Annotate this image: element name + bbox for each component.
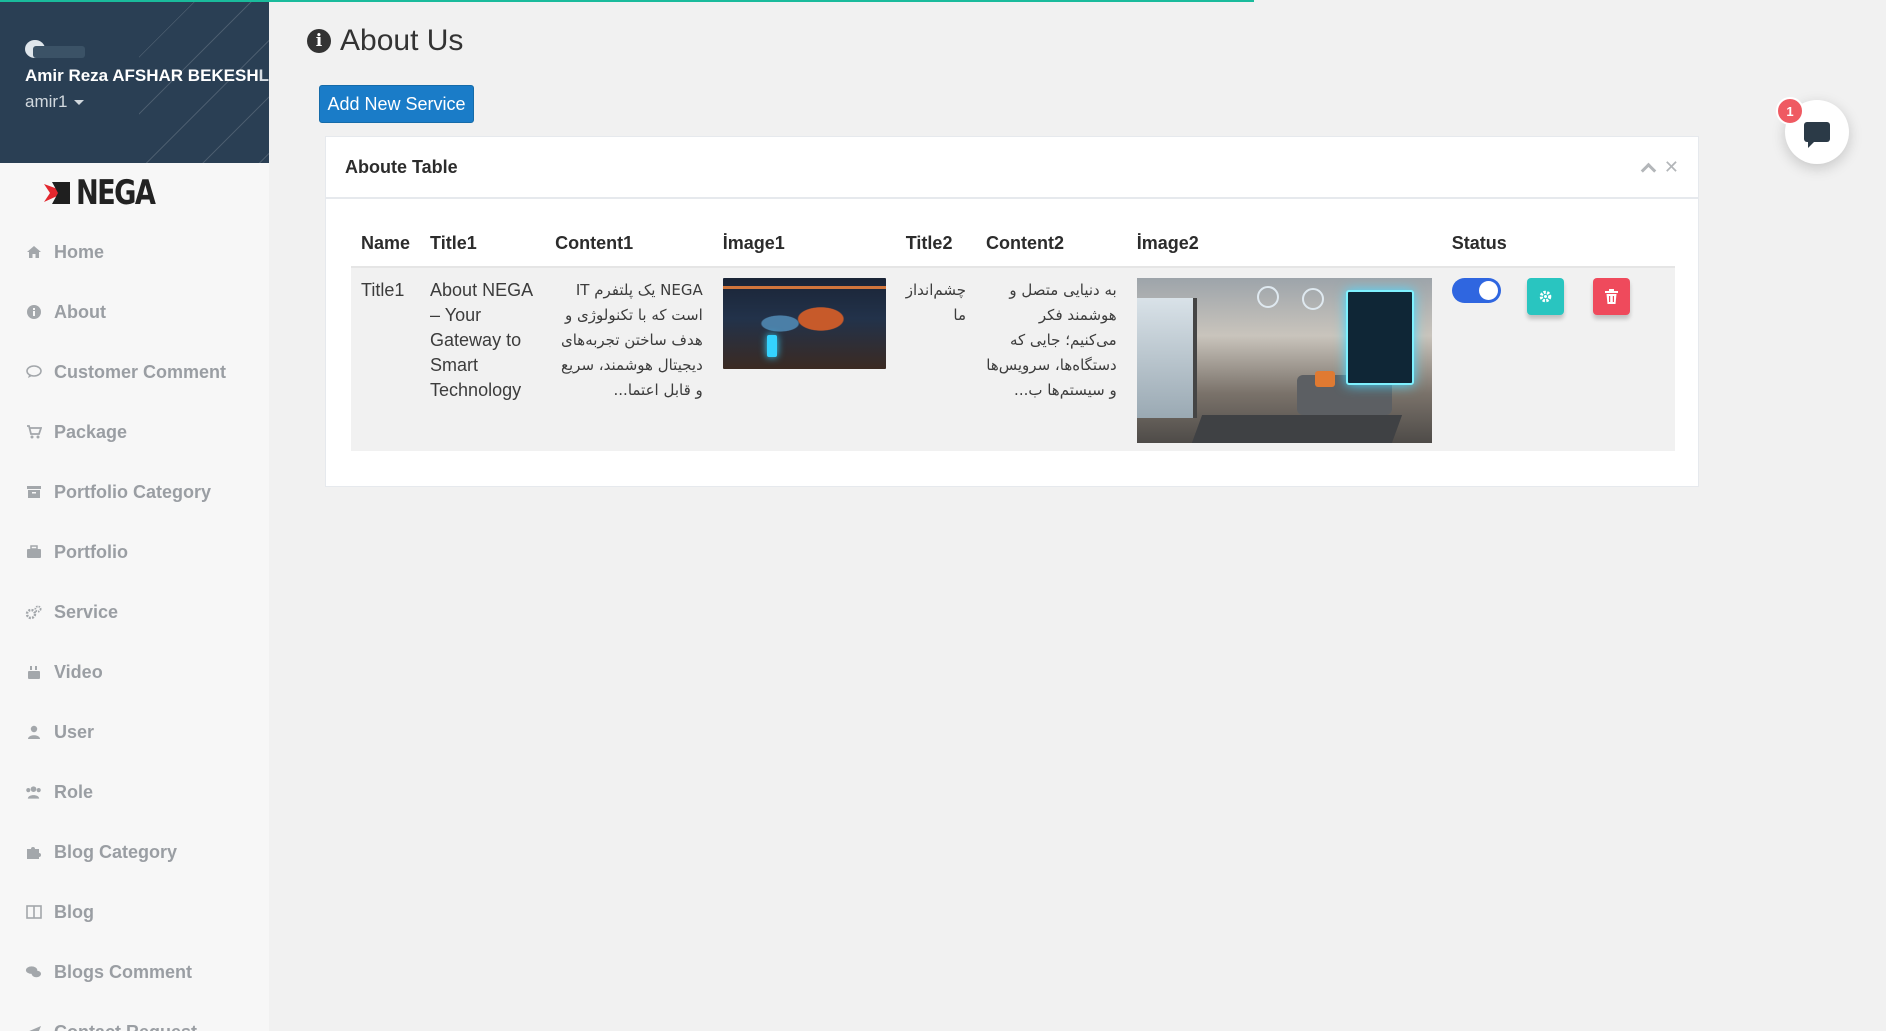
- sidebar-item-video[interactable]: Video: [0, 642, 269, 702]
- users-icon: [25, 785, 42, 799]
- sidebar-item-role[interactable]: Role: [0, 762, 269, 822]
- sidebar-item-label: Service: [54, 601, 119, 622]
- column-header-delete: [1583, 223, 1675, 268]
- trash-icon: [1605, 289, 1619, 304]
- column-header-title2: Title2: [895, 223, 977, 268]
- cell-status: [1441, 267, 1517, 451]
- cell-name: Title1: [351, 267, 421, 451]
- column-header-content1: Content1: [545, 223, 713, 268]
- puzzle-icon: [25, 845, 42, 860]
- panel-title: Aboute Table: [345, 156, 458, 177]
- main-content: i About Us Add New Service Aboute Table …: [269, 0, 1886, 1031]
- column-header-image1: İmage1: [712, 223, 896, 268]
- column-header-status: Status: [1441, 223, 1517, 268]
- cell-content2: به دنیایی متصل و هوشمند فکر می‌کنیم؛ جای…: [976, 267, 1127, 451]
- sidebar-menu: Home About Customer Comment Package Port…: [0, 222, 269, 1031]
- sidebar-item-label: User: [54, 721, 95, 742]
- cart-icon: [25, 425, 42, 439]
- column-header-title1: Title1: [420, 223, 546, 268]
- sidebar-item-label: Blog Category: [54, 841, 178, 862]
- chat-unread-badge: 1: [1776, 97, 1804, 125]
- send-icon: [25, 1025, 42, 1031]
- cell-settings: [1516, 267, 1584, 451]
- table-header-row: Name Title1 Content1 İmage1 Title2 Conte…: [351, 223, 1675, 268]
- sidebar-item-label: Blogs Comment: [54, 961, 193, 982]
- gear-icon: [1539, 290, 1552, 303]
- column-header-image2: İmage2: [1126, 223, 1442, 268]
- sidebar: Amir Reza AFSHAR BEKESHLOO amir1 NEGA Ho…: [0, 0, 269, 1031]
- column-header-name: Name: [351, 223, 421, 268]
- sidebar-item-label: Role: [54, 781, 94, 802]
- image2-thumbnail[interactable]: [1136, 278, 1432, 443]
- panel-header: Aboute Table ✕: [326, 137, 1698, 199]
- user-menu-toggle[interactable]: amir1: [25, 92, 84, 112]
- chat-icon: [1804, 122, 1830, 148]
- sidebar-item-customer-comment[interactable]: Customer Comment: [0, 342, 269, 402]
- cell-delete: [1583, 267, 1675, 451]
- sidebar-item-about[interactable]: About: [0, 282, 269, 342]
- add-new-service-button[interactable]: Add New Service: [319, 85, 474, 123]
- cell-title1: About NEGA – Your Gateway to Smart Techn…: [420, 267, 546, 451]
- user-fullname: Amir Reza AFSHAR BEKESHLOO: [25, 66, 269, 86]
- column-header-content2: Content2: [976, 223, 1127, 268]
- sidebar-item-blogs-comment[interactable]: Blogs Comment: [0, 942, 269, 1002]
- comments-icon: [25, 965, 42, 979]
- cell-image2: [1126, 267, 1442, 451]
- sidebar-item-label: Blog: [54, 901, 94, 922]
- columns-icon: [25, 905, 42, 919]
- nega-logo-icon: [44, 182, 70, 204]
- sidebar-item-label: Package: [54, 421, 128, 442]
- sidebar-item-label: About: [54, 301, 106, 322]
- sidebar-item-package[interactable]: Package: [0, 402, 269, 462]
- sidebar-item-home[interactable]: Home: [0, 222, 269, 282]
- sidebar-item-contact-request[interactable]: Contact Request: [0, 1002, 269, 1031]
- sidebar-item-label: Portfolio Category: [54, 481, 212, 502]
- sidebar-item-blog-category[interactable]: Blog Category: [0, 822, 269, 882]
- sidebar-item-label: Home: [54, 241, 105, 262]
- page-load-progress: [0, 0, 1254, 2]
- page-title: i About Us: [307, 24, 463, 58]
- cell-content1: NEGA یک پلتفرم IT است که با تکنولوژی و ه…: [545, 267, 713, 451]
- archive-icon: [25, 485, 42, 499]
- page-title-text: About Us: [340, 24, 464, 57]
- username: amir1: [25, 92, 68, 111]
- youtube-icon: [25, 665, 42, 680]
- sidebar-item-portfolio-category[interactable]: Portfolio Category: [0, 462, 269, 522]
- user-fullname-text: Amir Reza AFSHAR BEKESH: [25, 66, 259, 85]
- info-icon: [25, 305, 42, 319]
- comment-icon: [25, 365, 42, 379]
- collapse-chevron-up-icon[interactable]: [1640, 162, 1657, 178]
- column-header-settings: [1516, 223, 1584, 268]
- avatar[interactable]: [25, 40, 85, 58]
- brand-logo[interactable]: NEGA: [0, 163, 269, 223]
- cell-title2: چشم‌انداز ما: [895, 267, 977, 451]
- sidebar-item-label: Contact Request: [54, 1022, 197, 1031]
- home-icon: [25, 245, 42, 259]
- sidebar-item-label: Customer Comment: [54, 361, 227, 382]
- about-table-panel: Aboute Table ✕ Name Title1 Content1 İmag…: [325, 136, 1699, 487]
- panel-tools: ✕: [1640, 157, 1679, 178]
- sidebar-item-label: Video: [54, 661, 103, 682]
- edit-settings-button[interactable]: [1526, 278, 1564, 315]
- cell-image1: [712, 267, 896, 451]
- table-row: Title1 About NEGA – Your Gateway to Smar…: [351, 267, 1675, 451]
- brand-name: NEGA: [76, 173, 156, 213]
- status-toggle[interactable]: [1451, 278, 1501, 303]
- sidebar-item-user[interactable]: User: [0, 702, 269, 762]
- delete-button[interactable]: [1593, 278, 1631, 315]
- info-circle-icon: i: [307, 29, 331, 53]
- briefcase-icon: [25, 545, 42, 559]
- profile-panel: Amir Reza AFSHAR BEKESHLOO amir1: [0, 0, 269, 163]
- about-table: Name Title1 Content1 İmage1 Title2 Conte…: [351, 223, 1675, 451]
- sidebar-item-blog[interactable]: Blog: [0, 882, 269, 942]
- sidebar-item-label: Portfolio: [54, 541, 128, 562]
- image1-thumbnail[interactable]: [722, 278, 886, 369]
- close-icon[interactable]: ✕: [1664, 157, 1679, 178]
- cogs-icon: [25, 605, 42, 620]
- sidebar-item-portfolio[interactable]: Portfolio: [0, 522, 269, 582]
- caret-down-icon: [73, 99, 84, 105]
- user-icon: [25, 725, 42, 739]
- user-fullname-overflow: LOO: [258, 66, 269, 85]
- sidebar-item-service[interactable]: Service: [0, 582, 269, 642]
